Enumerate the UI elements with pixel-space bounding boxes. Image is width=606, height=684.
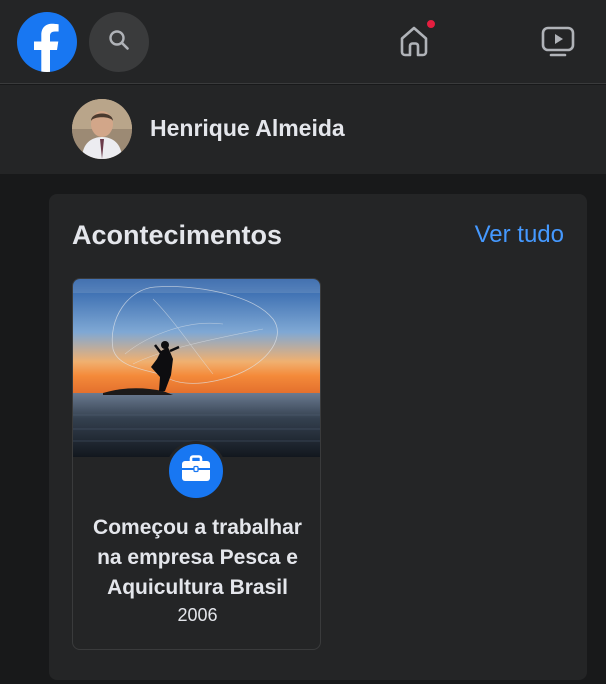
home-button[interactable]	[389, 18, 439, 68]
section-title: Acontecimentos	[72, 220, 283, 250]
life-events-card: Acontecimentos Ver tudo Começou a trabal…	[49, 194, 587, 680]
profile-header: Henrique Almeida	[0, 85, 606, 174]
video-icon	[540, 23, 576, 64]
work-badge	[166, 441, 226, 501]
event-photo	[73, 279, 320, 457]
facebook-logo-icon[interactable]	[17, 12, 77, 72]
notification-dot	[425, 18, 437, 30]
event-year: 2006	[177, 605, 218, 625]
see-all-link[interactable]: Ver tudo	[475, 221, 564, 249]
profile-name[interactable]: Henrique Almeida	[150, 115, 345, 142]
top-navigation-bar	[0, 0, 606, 84]
search-icon	[107, 28, 131, 57]
briefcase-icon	[180, 454, 212, 488]
event-description: Começou a trabalhar na empresa Pesca e A…	[93, 516, 302, 599]
watch-button[interactable]	[535, 20, 581, 66]
life-event-tile[interactable]: Começou a trabalhar na empresa Pesca e A…	[72, 278, 321, 650]
avatar[interactable]	[72, 99, 132, 159]
search-button[interactable]	[89, 12, 149, 72]
